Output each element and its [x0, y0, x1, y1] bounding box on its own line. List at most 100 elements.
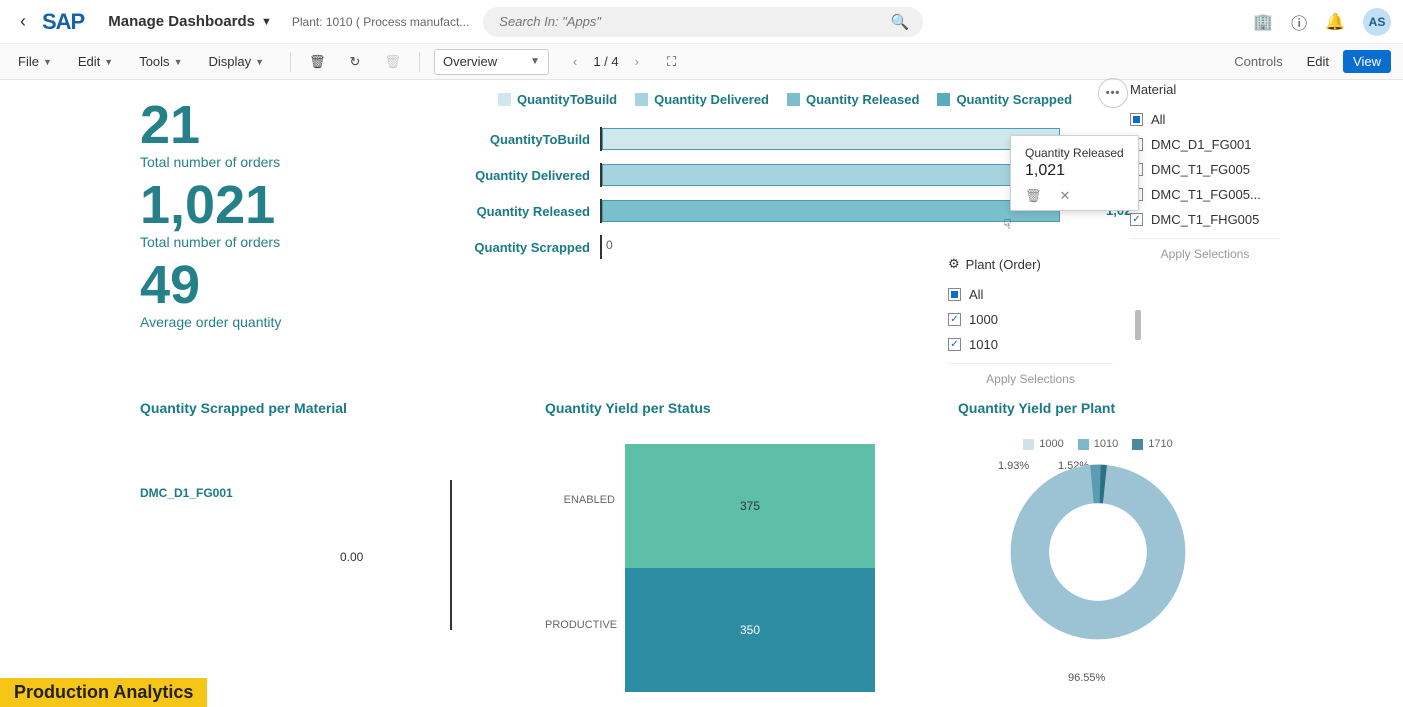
app-header: ‹ SAP Manage Dashboards ▼ Plant: 1010 ( …: [0, 0, 1403, 44]
stack-seg-enabled[interactable]: 375: [625, 444, 875, 568]
chevron-down-icon: ▼: [104, 57, 113, 67]
apply-selections-button[interactable]: Apply Selections: [948, 363, 1113, 394]
plant-breadcrumb: Plant: 1010 ( Process manufact...: [292, 15, 469, 29]
scrap-category: DMC_D1_FG001: [140, 486, 233, 500]
pager-label: 1 / 4: [585, 54, 626, 69]
apply-selections-button[interactable]: Apply Selections: [1130, 238, 1280, 269]
kpi-total-orders: 21 Total number of orders: [140, 98, 281, 170]
donut-svg: [1008, 462, 1188, 642]
swatch-icon: [635, 93, 648, 106]
checkbox-icon[interactable]: [1130, 213, 1143, 226]
filter-material-title: Material: [1130, 82, 1280, 97]
legend-1000[interactable]: 1000: [1023, 438, 1063, 450]
filter-material-item[interactable]: DMC_T1_FG005...: [1130, 182, 1280, 207]
filter-plant-title: ⚙Plant (Order): [948, 256, 1113, 272]
chevron-down-icon: ▼: [255, 57, 264, 67]
tooltip-close-icon[interactable]: ✕: [1060, 188, 1071, 204]
chart-title: Quantity Yield per Status: [545, 400, 905, 416]
filter-material-all[interactable]: All: [1130, 107, 1280, 132]
swatch-icon: [1132, 439, 1143, 450]
trash-icon[interactable]: 🗑: [376, 50, 409, 74]
menu-display[interactable]: Display▼: [202, 50, 270, 73]
checkbox-icon[interactable]: [948, 313, 961, 326]
filter-material-item[interactable]: DMC_T1_FG005: [1130, 157, 1280, 182]
donut-legend: 1000 1010 1710: [958, 438, 1238, 450]
search-container: 🔍: [483, 7, 923, 37]
back-button[interactable]: ‹: [12, 7, 34, 36]
legend-scrapped[interactable]: Quantity Scrapped: [937, 92, 1072, 107]
chart-legend: QuantityToBuild Quantity Delivered Quant…: [460, 92, 1110, 107]
swatch-icon: [1078, 439, 1089, 450]
swatch-icon: [787, 93, 800, 106]
checkbox-icon[interactable]: [948, 288, 961, 301]
filter-plant-item[interactable]: 1000: [948, 307, 1113, 332]
tooltip-filter-icon[interactable]: 🗑︎: [1025, 188, 1042, 204]
swatch-icon: [498, 93, 511, 106]
swatch-icon: [1023, 439, 1034, 450]
fullscreen-icon[interactable]: ⛶: [659, 50, 684, 74]
chart-title: Quantity Yield per Plant: [958, 400, 1238, 416]
filter-plant-panel: ⚙Plant (Order) All 1000 1010 Apply Selec…: [948, 256, 1113, 394]
divider: [290, 52, 291, 72]
legend-released[interactable]: Quantity Released: [787, 92, 919, 107]
legend-1010[interactable]: 1010: [1078, 438, 1118, 450]
kpi-block: 21 Total number of orders 1,021 Total nu…: [140, 98, 281, 338]
pager: ‹ 1 / 4 ›: [565, 52, 647, 71]
menu-file[interactable]: File▼: [12, 50, 58, 73]
toolbar: File▼ Edit▼ Tools▼ Display▼ 🗑︎ ↻ 🗑 Overv…: [0, 44, 1403, 80]
tooltip-label: Quantity Released: [1025, 146, 1124, 160]
sap-logo: SAP: [42, 9, 84, 35]
swatch-icon: [937, 93, 950, 106]
kpi-avg-quantity: 49 Average order quantity: [140, 258, 281, 330]
checkbox-icon[interactable]: [1130, 113, 1143, 126]
yield-per-plant-chart[interactable]: Quantity Yield per Plant 1000 1010 1710 …: [958, 400, 1238, 642]
pager-prev[interactable]: ‹: [565, 52, 585, 71]
checkbox-icon[interactable]: [948, 338, 961, 351]
pager-next[interactable]: ›: [627, 52, 647, 71]
filter-plant-item[interactable]: 1010: [948, 332, 1113, 357]
tooltip-value: 1,021: [1025, 162, 1124, 180]
scrollbar-thumb[interactable]: [1135, 310, 1141, 340]
filter-plant-all[interactable]: All: [948, 282, 1113, 307]
refresh-icon[interactable]: ↻: [342, 50, 369, 74]
legend-delivered[interactable]: Quantity Delivered: [635, 92, 769, 107]
menu-edit[interactable]: Edit▼: [72, 50, 119, 73]
legend-1710[interactable]: 1710: [1132, 438, 1172, 450]
search-icon[interactable]: 🔍: [891, 13, 910, 31]
chevron-down-icon: ▼: [43, 57, 52, 67]
view-mode-button[interactable]: View: [1343, 50, 1391, 73]
kpi-total-orders-2: 1,021 Total number of orders: [140, 178, 281, 250]
chart-title: Quantity Scrapped per Material: [140, 400, 460, 416]
yield-per-status-chart[interactable]: Quantity Yield per Status ENABLED PRODUC…: [545, 400, 905, 444]
divider: [419, 52, 420, 72]
status-label-productive: PRODUCTIVE: [545, 619, 625, 631]
building-icon[interactable]: 🏢: [1253, 12, 1273, 32]
page-title-dropdown[interactable]: Manage Dashboards ▼: [108, 13, 272, 30]
chevron-down-icon: ▼: [530, 56, 540, 67]
filter-material-panel: Material All DMC_D1_FG001 DMC_T1_FG005 D…: [1130, 82, 1280, 269]
cursor-pointer-icon: ☟: [1003, 216, 1012, 233]
controls-button[interactable]: Controls: [1224, 50, 1292, 73]
chevron-down-icon: ▼: [261, 16, 272, 28]
filter-material-item[interactable]: DMC_D1_FG001: [1130, 132, 1280, 157]
stack-seg-productive[interactable]: 350: [625, 568, 875, 692]
notification-icon[interactable]: 🔔: [1325, 12, 1345, 32]
footer-tag: Production Analytics: [0, 678, 207, 707]
story-selector[interactable]: Overview ▼: [434, 49, 549, 75]
page-title-text: Manage Dashboards: [108, 13, 255, 30]
chart-tooltip: Quantity Released 1,021 🗑︎ ✕: [1010, 135, 1139, 211]
legend-build[interactable]: QuantityToBuild: [498, 92, 617, 107]
edit-mode-button[interactable]: Edit: [1297, 50, 1339, 73]
filter-material-item[interactable]: DMC_T1_FHG005: [1130, 207, 1280, 232]
scrap-per-material-chart[interactable]: Quantity Scrapped per Material DMC_D1_FG…: [140, 400, 460, 500]
donut-pct-1710: 96.55%: [1068, 672, 1105, 684]
filter-icon[interactable]: 🗑︎: [301, 50, 334, 74]
status-label-enabled: ENABLED: [545, 494, 625, 506]
scrap-value: 0.00: [340, 550, 363, 564]
more-actions-button[interactable]: •••: [1098, 78, 1128, 108]
search-input[interactable]: [483, 7, 923, 37]
gear-icon: ⚙: [948, 256, 960, 272]
menu-tools[interactable]: Tools▼: [133, 50, 188, 73]
avatar[interactable]: AS: [1363, 8, 1391, 36]
help-icon[interactable]: ⓘ: [1291, 10, 1307, 34]
